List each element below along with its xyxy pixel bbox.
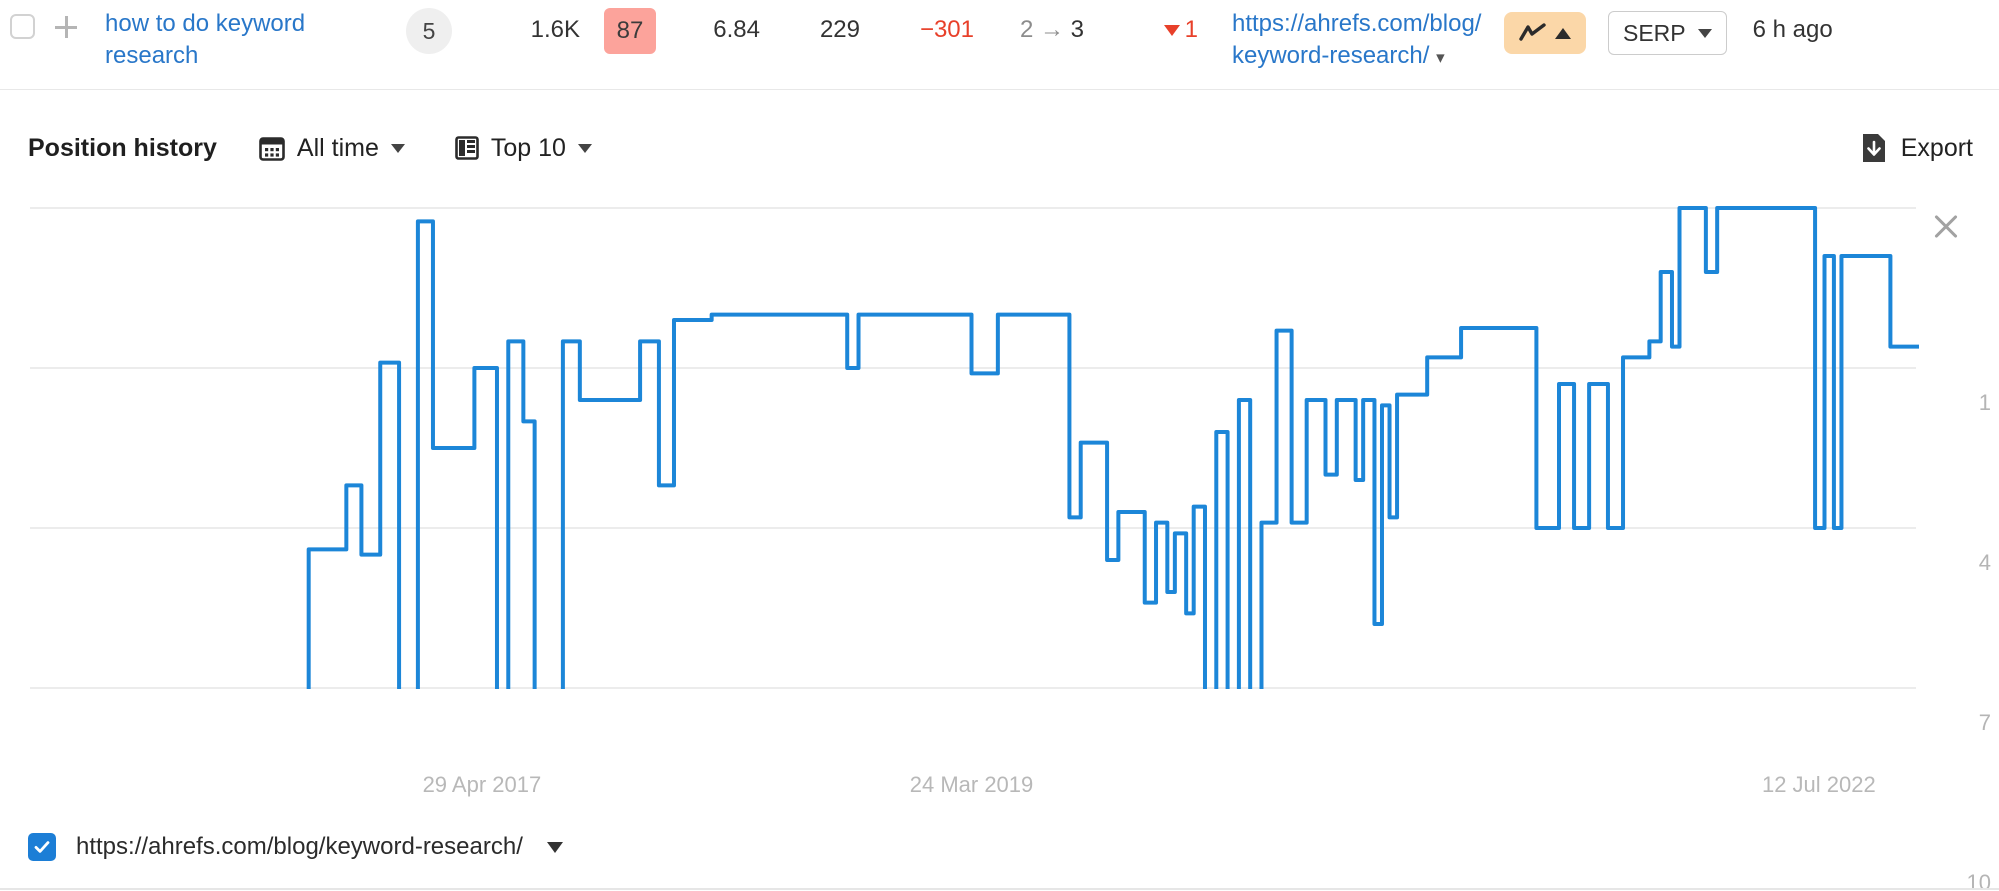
ranking-url-link[interactable]: https://ahrefs.com/blog/keyword-research… bbox=[1232, 8, 1482, 74]
panel-title: Position history bbox=[28, 133, 217, 162]
top-filter-label: Top 10 bbox=[490, 133, 566, 162]
x-axis-tick-label: 12 Jul 2022 bbox=[1761, 772, 1876, 797]
calendar-icon bbox=[259, 137, 285, 161]
serp-label: SERP bbox=[1623, 19, 1686, 46]
add-keyword-icon[interactable] bbox=[49, 10, 83, 44]
traffic-change-value: −301 bbox=[919, 16, 974, 43]
export-button[interactable]: Export bbox=[1861, 133, 1973, 163]
export-label: Export bbox=[1900, 133, 1973, 162]
position-badge: 5 bbox=[406, 8, 452, 54]
chart-toolbar: Position history All time Top 10 Export bbox=[0, 114, 1999, 182]
chart-legend: https://ahrefs.com/blog/keyword-research… bbox=[28, 833, 563, 861]
keyword-link[interactable]: how to do keyword research bbox=[105, 8, 320, 72]
position-to: 3 bbox=[1070, 16, 1085, 43]
chart-gridlines bbox=[30, 207, 1916, 689]
y-axis-tick-label: 7 bbox=[1978, 710, 1991, 735]
position-diff-value: 1 bbox=[1184, 16, 1198, 43]
chevron-down-icon[interactable]: ▾ bbox=[1436, 48, 1445, 67]
search-volume-value: 1.6K bbox=[530, 16, 580, 43]
bottom-divider bbox=[0, 888, 1999, 890]
chevron-down-icon bbox=[577, 143, 592, 153]
traffic-value: 229 bbox=[819, 16, 860, 43]
chart-canvas bbox=[30, 206, 1919, 689]
table-icon bbox=[455, 136, 479, 160]
triangle-up-icon bbox=[1555, 27, 1571, 39]
top-filter-dropdown[interactable]: Top 10 bbox=[455, 134, 592, 163]
keyword-difficulty-badge: 87 bbox=[604, 8, 656, 54]
chevron-down-icon[interactable] bbox=[546, 841, 563, 853]
x-axis-tick-label: 24 Mar 2019 bbox=[909, 772, 1034, 797]
last-updated-text: 6 h ago bbox=[1752, 16, 1833, 43]
chart-series bbox=[306, 206, 1919, 689]
position-movement: 2 → 3 bbox=[1004, 8, 1100, 44]
date-range-label: All time bbox=[296, 133, 379, 162]
position-arrow-icon: → bbox=[1040, 16, 1064, 43]
export-icon bbox=[1862, 134, 1885, 162]
chart-line bbox=[306, 206, 1919, 689]
date-range-dropdown[interactable]: All time bbox=[259, 134, 405, 163]
y-axis-tick-label: 4 bbox=[1978, 550, 1991, 575]
chevron-down-icon bbox=[1697, 28, 1712, 38]
serp-dropdown-button[interactable]: SERP bbox=[1608, 11, 1727, 55]
line-chart-icon bbox=[1519, 23, 1546, 41]
triangle-down-icon bbox=[1163, 24, 1180, 36]
check-icon bbox=[34, 841, 50, 853]
position-diff: 1 bbox=[1126, 8, 1198, 44]
chevron-down-icon bbox=[390, 143, 405, 153]
row-select-checkbox[interactable] bbox=[10, 14, 35, 39]
x-axis-tick-label: 29 Apr 2017 bbox=[422, 772, 542, 797]
position-history-chart: 1 4 7 10 bbox=[0, 182, 1999, 891]
cpc-value: 6.84 bbox=[713, 16, 760, 43]
legend-label[interactable]: https://ahrefs.com/blog/keyword-research… bbox=[76, 833, 523, 861]
legend-checkbox[interactable] bbox=[28, 833, 56, 861]
keyword-row: how to do keyword research 5 1.6K 87 6.8… bbox=[0, 0, 1999, 90]
position-from: 2 bbox=[1019, 16, 1034, 43]
position-history-toggle-button[interactable] bbox=[1504, 12, 1586, 54]
y-axis-tick-label: 1 bbox=[1978, 390, 1991, 415]
